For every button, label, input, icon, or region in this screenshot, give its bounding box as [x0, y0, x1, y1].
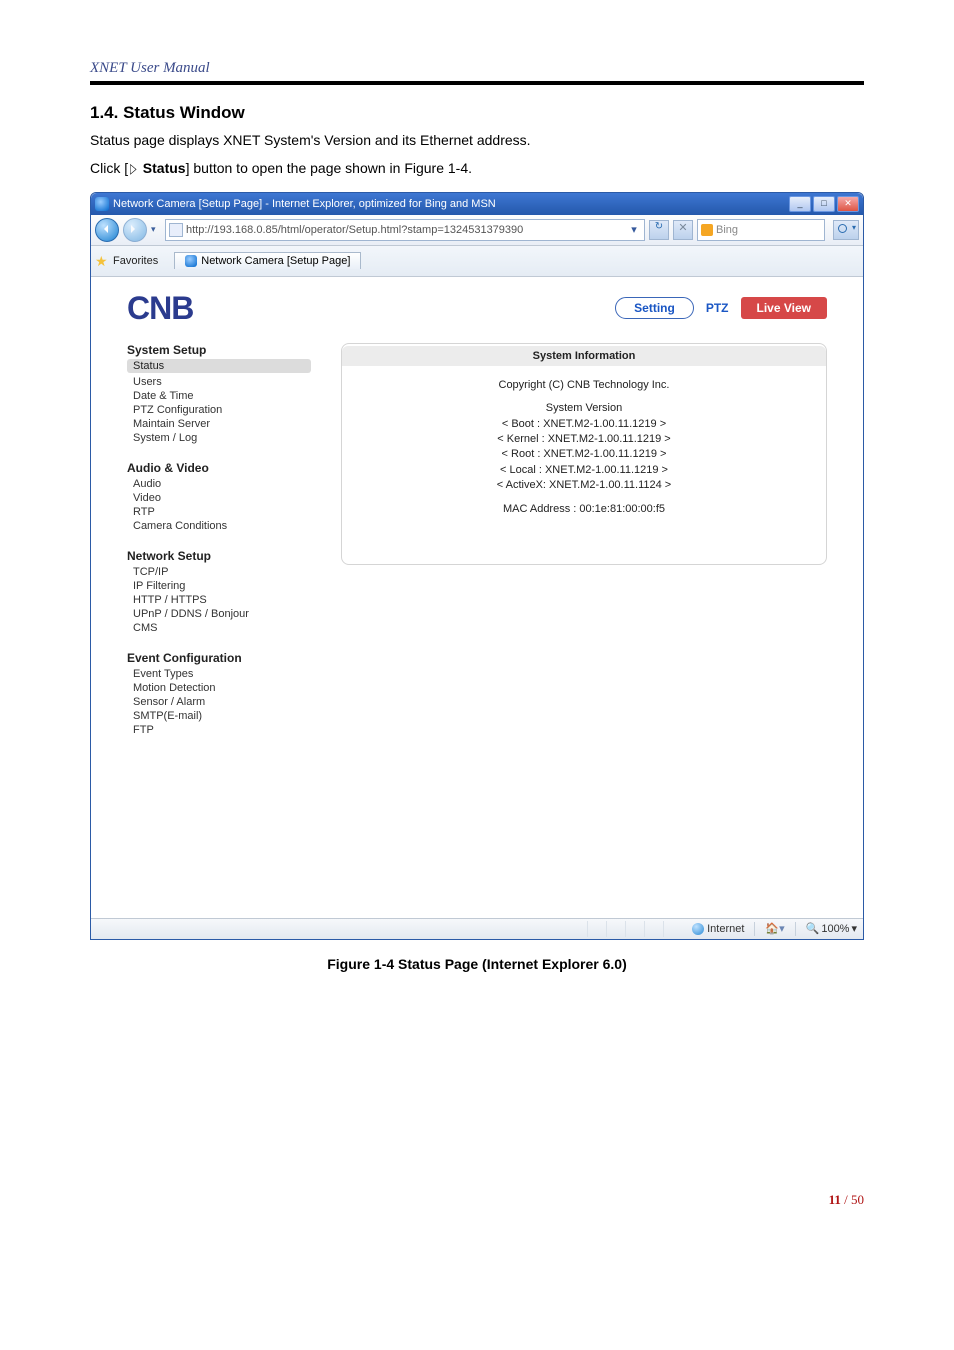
sidebar-item-ptz-config[interactable]: PTZ Configuration: [127, 403, 311, 417]
tab-favicon: [185, 255, 197, 267]
globe-icon: [692, 923, 704, 935]
sidebar-item-status[interactable]: Status: [127, 359, 311, 373]
address-url: http://193.168.0.85/html/operator/Setup.…: [186, 224, 627, 236]
version-boot: < Boot : XNET.M2-1.00.11.1219 >: [342, 417, 826, 432]
window-titlebar: Network Camera [Setup Page] - Internet E…: [91, 193, 863, 215]
stop-button[interactable]: ✕: [673, 220, 693, 240]
maximize-button[interactable]: □: [813, 196, 835, 212]
sidebar-head-event-configuration: Event Configuration: [127, 651, 311, 665]
live-view-button[interactable]: Live View: [741, 297, 827, 319]
back-button[interactable]: [95, 218, 119, 242]
zoom-icon: 🔍: [806, 922, 820, 935]
bing-icon: [701, 224, 713, 236]
favorites-toolbar: Favorites Network Camera [Setup Page]: [91, 246, 863, 277]
mac-address: MAC Address : 00:1e:81:00:00:f5: [342, 502, 826, 517]
address-dropdown-icon[interactable]: ▾: [627, 223, 641, 236]
page-content: CNB Setting PTZ Live View System Setup S…: [91, 277, 863, 918]
zoom-control[interactable]: 🔍 100% ▾: [806, 922, 857, 935]
tab-label: Network Camera [Setup Page]: [201, 255, 350, 267]
zoom-value: 100%: [821, 923, 849, 935]
sidebar-item-http-https[interactable]: HTTP / HTTPS: [127, 593, 311, 607]
sidebar-item-video[interactable]: Video: [127, 491, 311, 505]
search-box[interactable]: Bing: [697, 219, 825, 241]
security-zone: Internet: [692, 923, 744, 935]
system-info-panel: System Information Copyright (C) CNB Tec…: [341, 343, 827, 565]
protected-mode-icon[interactable]: 🏠▾: [765, 922, 784, 935]
figure-caption: Figure 1-4 Status Page (Internet Explore…: [90, 956, 864, 972]
search-button[interactable]: [833, 220, 859, 240]
version-activex: < ActiveX: XNET.M2-1.00.11.1124 >: [342, 478, 826, 493]
sidebar-item-camera-conditions[interactable]: Camera Conditions: [127, 519, 311, 533]
doc-header: XNET User Manual: [90, 60, 864, 85]
close-button[interactable]: ✕: [837, 196, 859, 212]
page-total: 50: [851, 1192, 864, 1207]
sidebar-item-ip-filtering[interactable]: IP Filtering: [127, 579, 311, 593]
page-current: 11: [829, 1192, 841, 1207]
sidebar-item-users[interactable]: Users: [127, 375, 311, 389]
sidebar-item-upnp-ddns-bonjour[interactable]: UPnP / DDNS / Bonjour: [127, 607, 311, 621]
zoom-dropdown-icon: ▾: [851, 922, 857, 935]
sidebar-item-audio[interactable]: Audio: [127, 477, 311, 491]
sidebar-head-audio-video: Audio & Video: [127, 461, 311, 475]
ie-window: Network Camera [Setup Page] - Internet E…: [90, 192, 864, 940]
address-toolbar: ▾ http://193.168.0.85/html/operator/Setu…: [91, 215, 863, 246]
sidebar-item-date-time[interactable]: Date & Time: [127, 389, 311, 403]
forward-button[interactable]: [123, 218, 147, 242]
intro-paragraph: Status page displays XNET System's Versi…: [90, 129, 864, 151]
page-icon: [169, 223, 183, 237]
ie-icon: [95, 197, 109, 211]
click-instruction: Click [▷ Status] button to open the page…: [90, 157, 864, 179]
version-root: < Root : XNET.M2-1.00.11.1219 >: [342, 447, 826, 462]
section-heading: 1.4. Status Window: [90, 103, 864, 123]
page-footer: 11 / 50: [90, 1192, 864, 1208]
address-bar[interactable]: http://193.168.0.85/html/operator/Setup.…: [165, 219, 645, 241]
refresh-button[interactable]: ↻: [649, 220, 669, 240]
browser-tab[interactable]: Network Camera [Setup Page]: [174, 252, 361, 269]
sidebar-item-event-types[interactable]: Event Types: [127, 667, 311, 681]
sidebar-item-tcpip[interactable]: TCP/IP: [127, 565, 311, 579]
setting-button[interactable]: Setting: [615, 297, 694, 319]
nav-history-dropdown[interactable]: ▾: [151, 224, 161, 235]
sidebar-item-smtp[interactable]: SMTP(E-mail): [127, 709, 311, 723]
sidebar-item-system-log[interactable]: System / Log: [127, 431, 311, 445]
sidebar-item-motion-detection[interactable]: Motion Detection: [127, 681, 311, 695]
triangle-icon: ▷: [130, 157, 136, 179]
sidebar-head-network-setup: Network Setup: [127, 549, 311, 563]
version-local: < Local : XNET.M2-1.00.11.1219 >: [342, 463, 826, 478]
browser-statusbar: Internet 🏠▾ 🔍 100% ▾: [91, 918, 863, 939]
version-label: System Version: [342, 401, 826, 416]
ptz-button[interactable]: PTZ: [706, 301, 729, 315]
sidebar: System Setup Status Users Date & Time PT…: [127, 343, 311, 753]
copyright-text: Copyright (C) CNB Technology Inc.: [342, 378, 826, 393]
sidebar-item-cms[interactable]: CMS: [127, 621, 311, 635]
search-placeholder: Bing: [716, 224, 821, 236]
window-title: Network Camera [Setup Page] - Internet E…: [113, 198, 789, 210]
system-info-header: System Information: [342, 346, 826, 366]
favorites-star-icon[interactable]: [95, 254, 109, 268]
minimize-button[interactable]: _: [789, 196, 811, 212]
sidebar-item-sensor-alarm[interactable]: Sensor / Alarm: [127, 695, 311, 709]
sidebar-head-system-setup: System Setup: [127, 343, 311, 357]
cnb-logo: CNB: [127, 290, 193, 327]
version-kernel: < Kernel : XNET.M2-1.00.11.1219 >: [342, 432, 826, 447]
sidebar-item-ftp[interactable]: FTP: [127, 723, 311, 737]
sidebar-item-maintain-server[interactable]: Maintain Server: [127, 417, 311, 431]
favorites-label[interactable]: Favorites: [113, 255, 158, 267]
sidebar-item-rtp[interactable]: RTP: [127, 505, 311, 519]
